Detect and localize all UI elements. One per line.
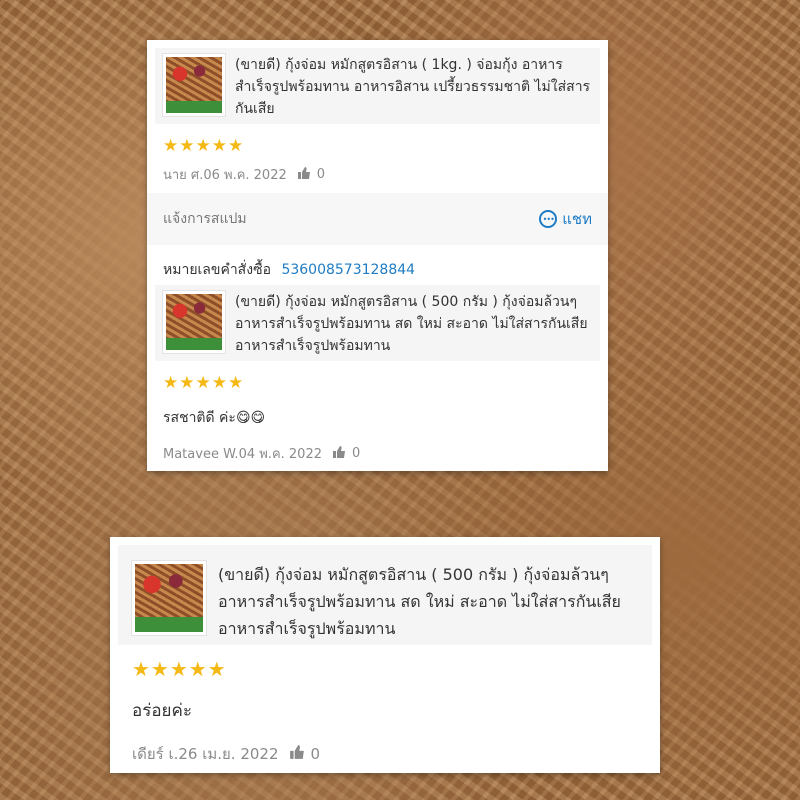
spam-report-row: แจ้งการสแปม ••• แชท [147, 193, 608, 245]
chat-bubble-icon: ••• [539, 210, 558, 228]
rating-stars: ★★★★★ [132, 657, 227, 681]
like-count: 0 [316, 167, 326, 182]
product-title[interactable]: (ขายดี) กุ้งจ่อม หมักสูตรอิสาน ( 1kg. ) … [235, 54, 592, 120]
thumbs-up-icon[interactable] [289, 744, 305, 764]
review-card-screenshot-2: (ขายดี) กุ้งจ่อม หมักสูตรอิสาน ( 500 กรั… [110, 537, 660, 773]
product-thumbnail[interactable] [162, 290, 226, 354]
chat-label: แชท [562, 210, 592, 228]
review-comment: รสชาติดี ค่ะ😋😋 [163, 410, 266, 426]
report-spam-link[interactable]: แจ้งการสแปม [163, 208, 247, 230]
rating-stars: ★★★★★ [163, 136, 245, 156]
thumbs-up-icon[interactable] [332, 445, 346, 463]
order-label: หมายเลขคำสั่งซื้อ [163, 262, 271, 278]
product-thumbnail[interactable] [131, 560, 207, 636]
product-row[interactable]: (ขายดี) กุ้งจ่อม หมักสูตรอิสาน ( 500 กรั… [118, 545, 652, 645]
review-meta: นาย ศ.06 พ.ค. 2022 0 [147, 164, 608, 185]
product-title[interactable]: (ขายดี) กุ้งจ่อม หมักสูตรอิสาน ( 500 กรั… [235, 291, 592, 357]
order-number-link[interactable]: 536008573128844 [281, 262, 415, 278]
review-card-screenshot-1: (ขายดี) กุ้งจ่อม หมักสูตรอิสาน ( 1kg. ) … [147, 40, 608, 471]
reviewer-date: เดียร์ เ.26 เม.ย. 2022 [132, 745, 279, 763]
product-row[interactable]: (ขายดี) กุ้งจ่อม หมักสูตรอิสาน ( 500 กรั… [155, 285, 600, 361]
review-meta: Matavee W.04 พ.ค. 2022 0 [147, 443, 608, 464]
review-comment: อร่อยค่ะ [132, 701, 193, 721]
reviewer-date: นาย ศ.06 พ.ค. 2022 [163, 168, 287, 183]
reviewer-date: Matavee W.04 พ.ค. 2022 [163, 447, 322, 462]
rating-stars: ★★★★★ [163, 373, 245, 393]
thumbs-up-icon[interactable] [297, 166, 311, 184]
order-number-row: หมายเลขคำสั่งซื้อ 536008573128844 [147, 245, 608, 285]
product-title[interactable]: (ขายดี) กุ้งจ่อม หมักสูตรอิสาน ( 500 กรั… [218, 561, 638, 642]
like-count: 0 [351, 446, 361, 461]
chat-button[interactable]: ••• แชท [539, 207, 592, 231]
review-meta: เดียร์ เ.26 เม.ย. 2022 0 [110, 742, 660, 766]
product-thumbnail[interactable] [162, 53, 226, 117]
like-count: 0 [310, 745, 321, 763]
product-row[interactable]: (ขายดี) กุ้งจ่อม หมักสูตรอิสาน ( 1kg. ) … [155, 48, 600, 124]
